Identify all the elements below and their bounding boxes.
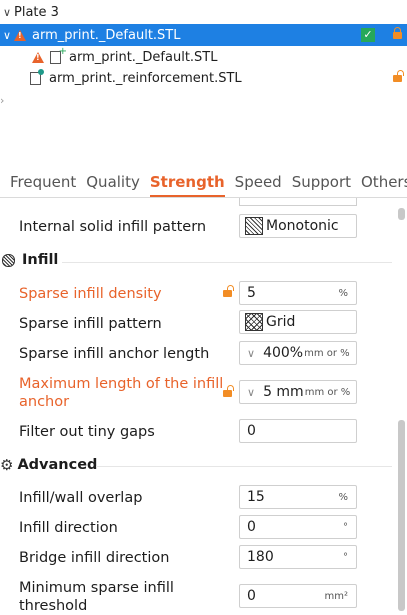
infill-direction-label: Infill direction bbox=[19, 520, 118, 536]
gears-icon: ⚙ bbox=[0, 456, 14, 474]
section-title: Infill bbox=[22, 252, 59, 268]
sparse-infill-density-input[interactable]: 5 % bbox=[239, 281, 357, 305]
sparse-infill-pattern-select[interactable]: Grid bbox=[239, 310, 357, 334]
input-value: 5 bbox=[247, 285, 256, 301]
input-value: 180 bbox=[247, 549, 274, 565]
part-label: arm_print._Default.STL bbox=[69, 49, 218, 65]
unit-label: mm or % bbox=[304, 386, 351, 398]
warning-icon bbox=[14, 29, 26, 41]
input-value: 0 bbox=[247, 423, 256, 439]
input-value: 15 bbox=[247, 489, 265, 505]
bridge-infill-direction-label: Bridge infill direction bbox=[19, 550, 170, 566]
filter-tiny-gaps-input[interactable]: 0 bbox=[239, 419, 357, 443]
scrollbar-thumb[interactable] bbox=[398, 420, 405, 611]
tab-speed[interactable]: Speed bbox=[235, 173, 282, 197]
max-infill-anchor-label: Maximum length of the infill anchor bbox=[19, 376, 224, 410]
modifier-part-icon bbox=[30, 68, 44, 85]
infill-direction-input[interactable]: 0 ° bbox=[239, 515, 357, 539]
internal-solid-infill-pattern-label: Internal solid infill pattern bbox=[19, 219, 207, 235]
lock-icon[interactable] bbox=[393, 27, 402, 43]
sparse-infill-anchor-length-label: Sparse infill anchor length bbox=[19, 346, 210, 362]
unit-label: % bbox=[338, 287, 348, 299]
section-title: Advanced bbox=[17, 457, 98, 473]
unlocked-icon[interactable] bbox=[223, 385, 234, 401]
lock-icon[interactable] bbox=[393, 70, 404, 86]
settings-tabs: Frequent Quality Strength Speed Support … bbox=[0, 173, 407, 197]
section-divider bbox=[96, 466, 392, 467]
max-infill-anchor-combo[interactable]: ∨ 5 mm mm or % bbox=[239, 380, 357, 404]
sparse-infill-density-label: Sparse infill density bbox=[19, 286, 162, 302]
part-label: arm_print._reinforcement.STL bbox=[49, 70, 242, 86]
chevron-down-icon[interactable]: ∨ bbox=[0, 29, 14, 42]
input-value: 0 bbox=[247, 519, 256, 535]
chevron-right-icon[interactable]: › bbox=[0, 94, 4, 107]
plate-label: Plate 3 bbox=[14, 4, 59, 20]
infill-icon bbox=[2, 253, 15, 267]
clipped-field bbox=[239, 198, 357, 206]
infill-section-header: Infill bbox=[0, 252, 58, 268]
part-row[interactable]: + arm_print._Default.STL bbox=[32, 46, 407, 68]
input-value: 0 bbox=[247, 588, 256, 604]
min-sparse-infill-threshold-label: Minimum sparse infill threshold bbox=[19, 580, 174, 614]
select-value: Monotonic bbox=[266, 218, 339, 234]
plate-row[interactable]: ∨ Plate 3 bbox=[0, 1, 407, 23]
unit-label: mm² bbox=[324, 590, 349, 602]
sparse-infill-pattern-label: Sparse infill pattern bbox=[19, 316, 162, 332]
bridge-infill-direction-input[interactable]: 180 ° bbox=[239, 545, 357, 569]
add-part-icon: + bbox=[50, 46, 67, 64]
tab-frequent[interactable]: Frequent bbox=[10, 173, 76, 197]
check-icon[interactable]: ✓ bbox=[361, 28, 375, 42]
object-label: arm_print._Default.STL bbox=[32, 27, 181, 43]
select-value: Grid bbox=[266, 314, 296, 330]
internal-solid-infill-pattern-select[interactable]: Monotonic bbox=[239, 214, 357, 238]
unlocked-icon[interactable] bbox=[223, 285, 234, 301]
filter-tiny-gaps-label: Filter out tiny gaps bbox=[19, 424, 155, 440]
tab-quality[interactable]: Quality bbox=[86, 173, 140, 197]
chevron-down-icon[interactable]: ∨ bbox=[247, 386, 255, 399]
unit-label: ° bbox=[343, 521, 348, 533]
sparse-infill-anchor-length-combo[interactable]: ∨ 400% mm or % bbox=[239, 341, 357, 365]
infill-wall-overlap-label: Infill/wall overlap bbox=[19, 490, 143, 506]
tab-support[interactable]: Support bbox=[292, 173, 351, 197]
unit-label: mm or % bbox=[304, 347, 350, 359]
unit-label: ° bbox=[343, 551, 348, 563]
min-sparse-infill-threshold-input[interactable]: 0 mm² bbox=[239, 584, 357, 608]
chevron-down-icon[interactable]: ∨ bbox=[247, 347, 255, 360]
infill-wall-overlap-input[interactable]: 15 % bbox=[239, 485, 357, 509]
section-divider bbox=[62, 262, 392, 263]
input-value: 400% bbox=[263, 345, 304, 361]
advanced-section-header: ⚙ Advanced bbox=[0, 456, 97, 474]
scrollbar-up[interactable] bbox=[398, 208, 405, 220]
grid-pattern-icon bbox=[245, 313, 263, 331]
tab-others[interactable]: Others bbox=[361, 173, 407, 197]
part-row[interactable]: arm_print._reinforcement.STL bbox=[30, 67, 407, 89]
chevron-down-icon[interactable]: ∨ bbox=[0, 6, 14, 19]
tab-strength[interactable]: Strength bbox=[149, 173, 225, 197]
input-value: 5 mm bbox=[263, 384, 304, 400]
warning-icon bbox=[32, 51, 44, 63]
unit-label: % bbox=[338, 491, 348, 503]
monotonic-pattern-icon bbox=[245, 217, 263, 235]
object-row-selected[interactable]: ∨ arm_print._Default.STL ✓ bbox=[0, 24, 407, 46]
